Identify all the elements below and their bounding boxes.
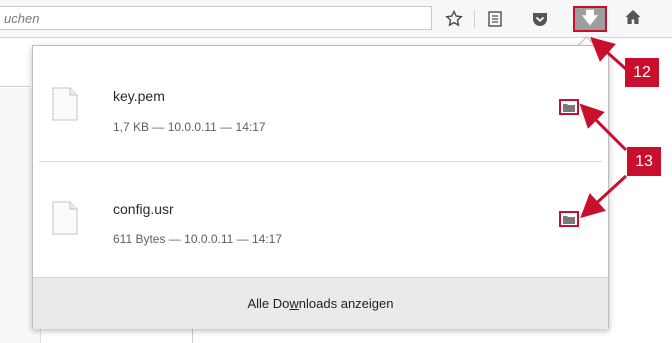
search-bar[interactable]: uchen (0, 6, 432, 30)
download-icon: 🡇 (581, 10, 599, 27)
folder-icon (563, 215, 575, 224)
search-placeholder: uchen (4, 11, 40, 26)
file-icon (52, 201, 78, 235)
file-meta: 1,7 KB — 10.0.0.11 — 14:17 (113, 120, 266, 134)
home-icon[interactable] (624, 8, 642, 31)
open-folder-button[interactable] (559, 99, 579, 115)
toolbar-separator (474, 10, 475, 28)
downloads-panel: key.pem 1,7 KB — 10.0.0.11 — 14:17 confi… (32, 45, 609, 329)
folder-icon (563, 103, 575, 112)
file-icon (52, 87, 78, 121)
browser-toolbar: uchen 🡇 (0, 0, 672, 38)
file-meta: 611 Bytes — 10.0.0.11 — 14:17 (113, 232, 282, 246)
download-item[interactable]: key.pem 1,7 KB — 10.0.0.11 — 14:17 (33, 46, 608, 156)
reading-list-icon[interactable] (484, 8, 506, 30)
download-item[interactable]: config.usr 611 Bytes — 10.0.0.11 — 14:17 (33, 159, 608, 269)
pocket-icon[interactable] (529, 8, 551, 30)
file-name: key.pem (113, 88, 165, 104)
file-name: config.usr (113, 201, 174, 217)
callout-badge: 13 (627, 147, 661, 176)
star-icon[interactable] (443, 8, 465, 30)
open-folder-button[interactable] (559, 211, 579, 227)
page-divider (0, 86, 30, 87)
footer-label: Alle Downloads anzeigen (247, 296, 394, 311)
download-button[interactable]: 🡇 (573, 6, 607, 32)
show-all-downloads-button[interactable]: Alle Downloads anzeigen (33, 277, 608, 329)
callout-badge: 12 (625, 58, 659, 87)
